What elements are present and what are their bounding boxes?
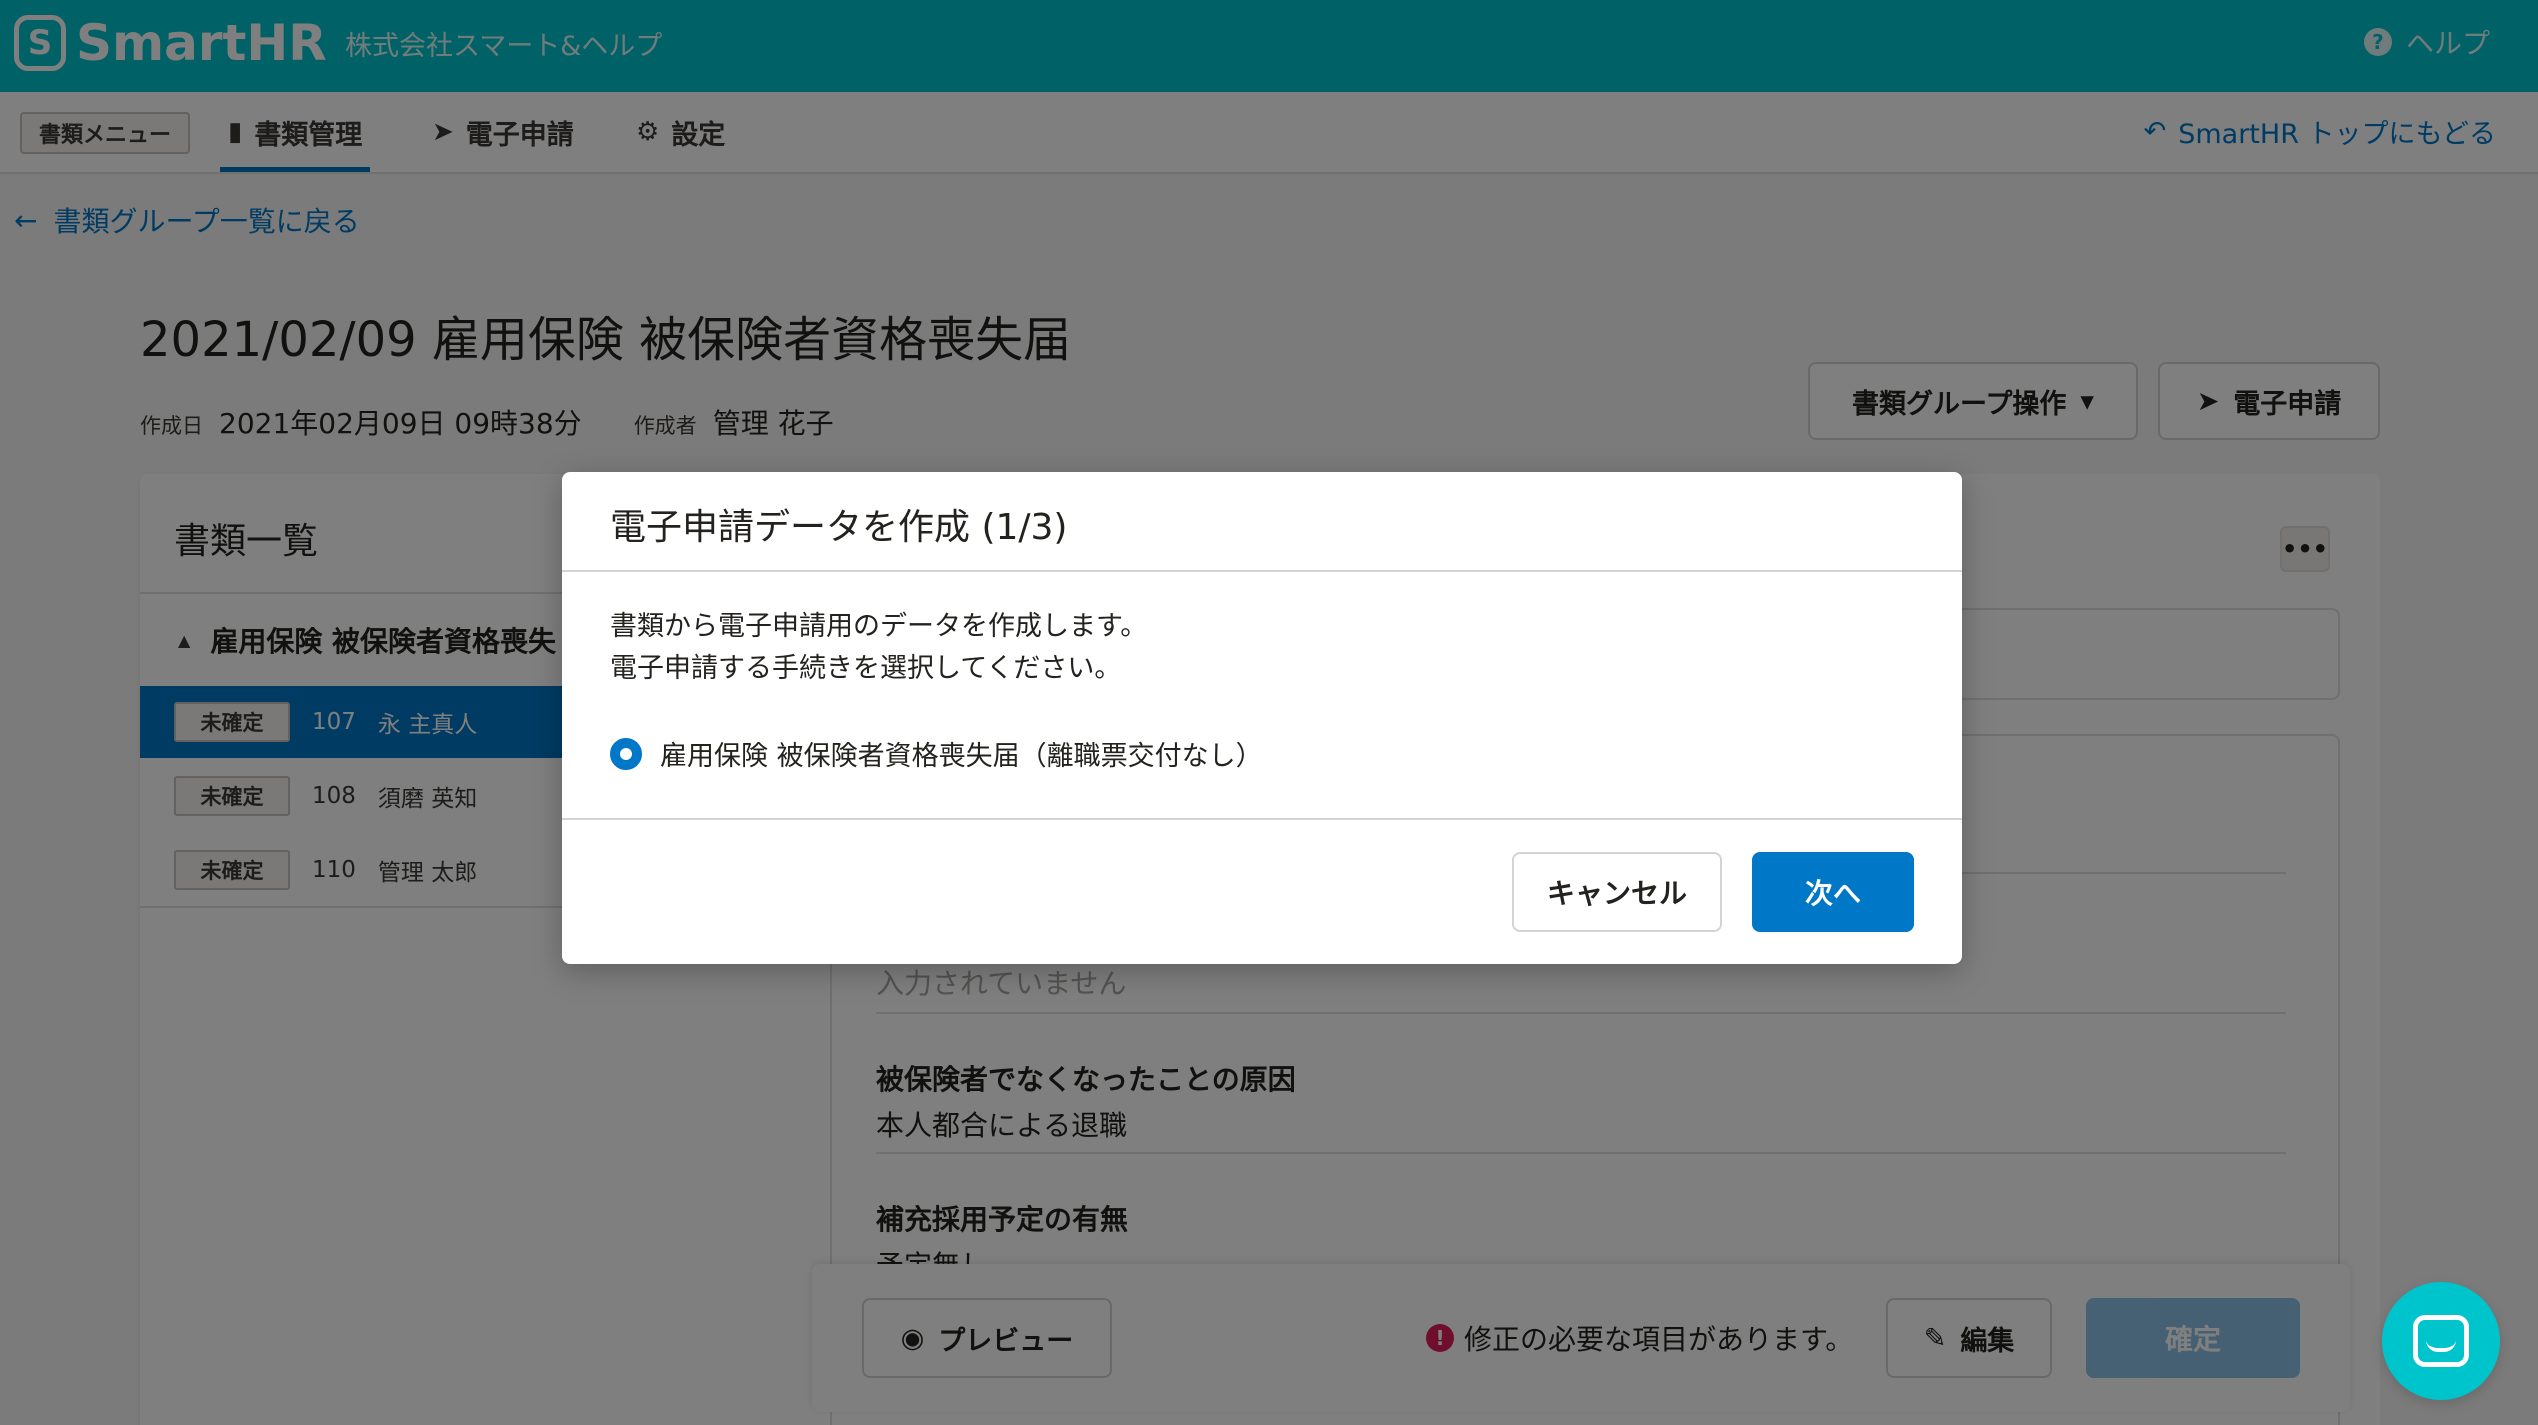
cancel-button[interactable]: キャンセル [1512,852,1722,932]
procedure-option[interactable]: 雇用保険 被保険者資格喪失届（離職票交付なし） [610,734,1263,773]
create-e-application-dialog: 電子申請データを作成 (1/3) 書類から電子申請用のデータを作成します。 電子… [562,472,1962,964]
radio-selected-icon[interactable] [610,737,642,770]
chat-support-button[interactable] [2382,1282,2500,1400]
description-line-1: 書類から電子申請用のデータを作成します。 [610,611,1148,642]
description-line-2: 電子申請する手続きを選択してください。 [610,653,1122,684]
next-button[interactable]: 次へ [1752,852,1914,932]
dialog-title: 電子申請データを作成 (1/3) [610,507,1068,548]
procedure-option-label: 雇用保険 被保険者資格喪失届（離職票交付なし） [660,741,1263,772]
dialog-description: 書類から電子申請用のデータを作成します。 電子申請する手続きを選択してください。 [610,606,1147,690]
chat-icon [2413,1315,2469,1367]
